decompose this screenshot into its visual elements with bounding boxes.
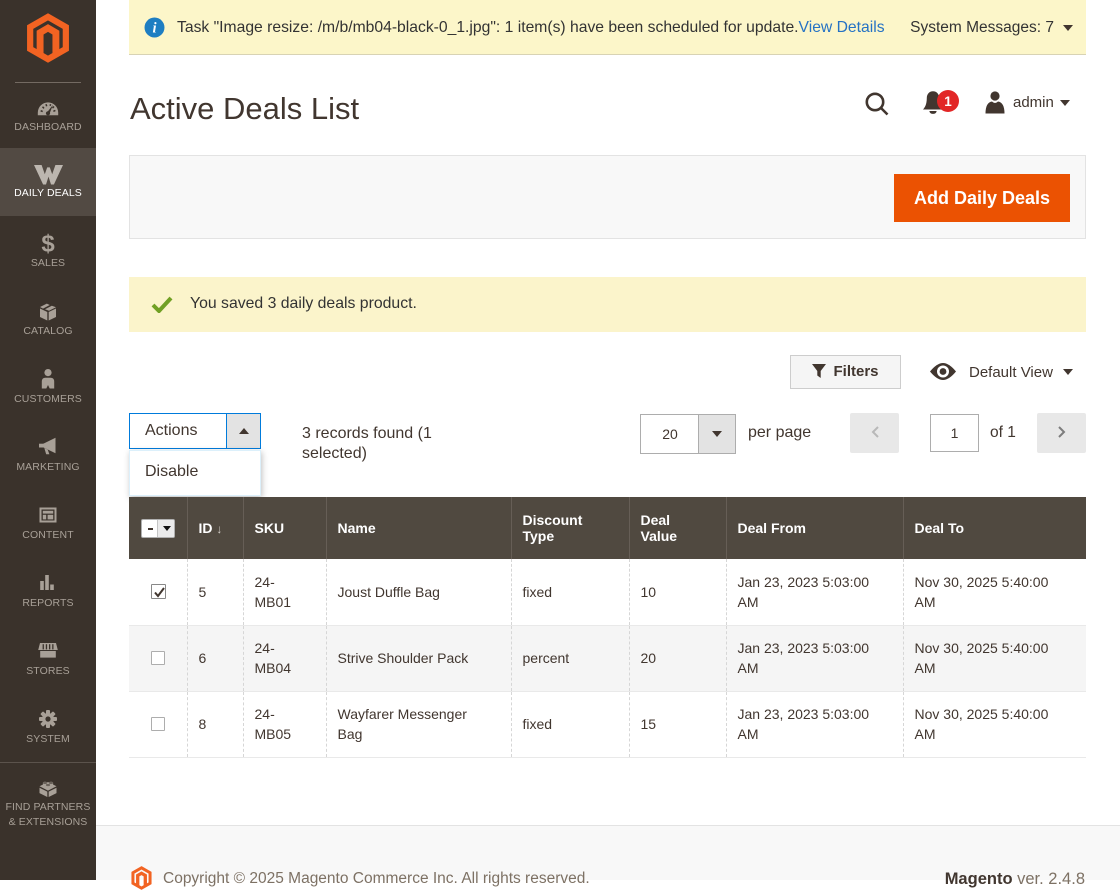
svg-text:$: $: [41, 231, 55, 255]
svg-text:1: 1: [944, 94, 952, 109]
